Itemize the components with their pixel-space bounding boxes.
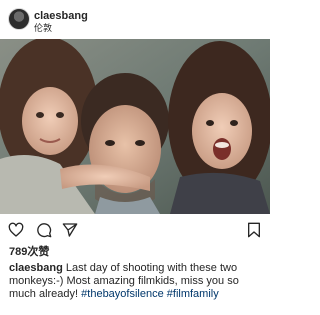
post-photo[interactable] [0, 39, 270, 214]
bookmark-icon[interactable] [246, 222, 262, 238]
post-actions [0, 218, 270, 242]
photo-illustration [0, 39, 270, 214]
share-icon[interactable] [62, 222, 78, 238]
likes-suffix: 次赞 [27, 246, 50, 258]
post-location[interactable]: 伦敦 [34, 23, 52, 33]
likes-number: 789 [9, 246, 28, 258]
post-username[interactable]: claesbang [34, 10, 88, 22]
caption-username[interactable]: claesbang [9, 262, 63, 274]
likes-count[interactable]: 789次赞 [9, 246, 49, 258]
heart-icon[interactable] [8, 222, 24, 238]
comment-icon[interactable] [36, 222, 52, 238]
avatar[interactable] [8, 8, 30, 30]
post-caption: claesbang Last day of shooting with thes… [9, 262, 263, 301]
post-header: claesbang 伦敦 [0, 0, 270, 38]
hashtag-link[interactable]: #filmfamily [167, 288, 219, 300]
hashtag-link[interactable]: #thebayofsilence [81, 288, 164, 300]
